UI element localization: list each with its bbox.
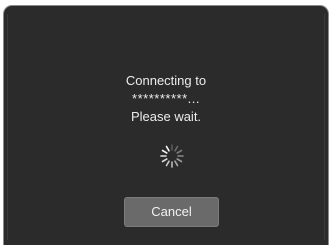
message-line-connecting: Connecting to: [125, 73, 207, 88]
panel-edge-left: [7, 14, 8, 240]
message-line-network-name: **********...: [132, 91, 200, 106]
panel-edge-right: [324, 14, 325, 240]
message-line-please-wait: Please wait.: [130, 109, 202, 124]
cancel-button[interactable]: Cancel: [124, 197, 219, 227]
connection-message: Connecting to **********... Please wait.: [0, 72, 332, 126]
screen: Connecting to **********... Please wait.…: [0, 0, 332, 245]
loading-spinner-icon: [158, 142, 186, 170]
